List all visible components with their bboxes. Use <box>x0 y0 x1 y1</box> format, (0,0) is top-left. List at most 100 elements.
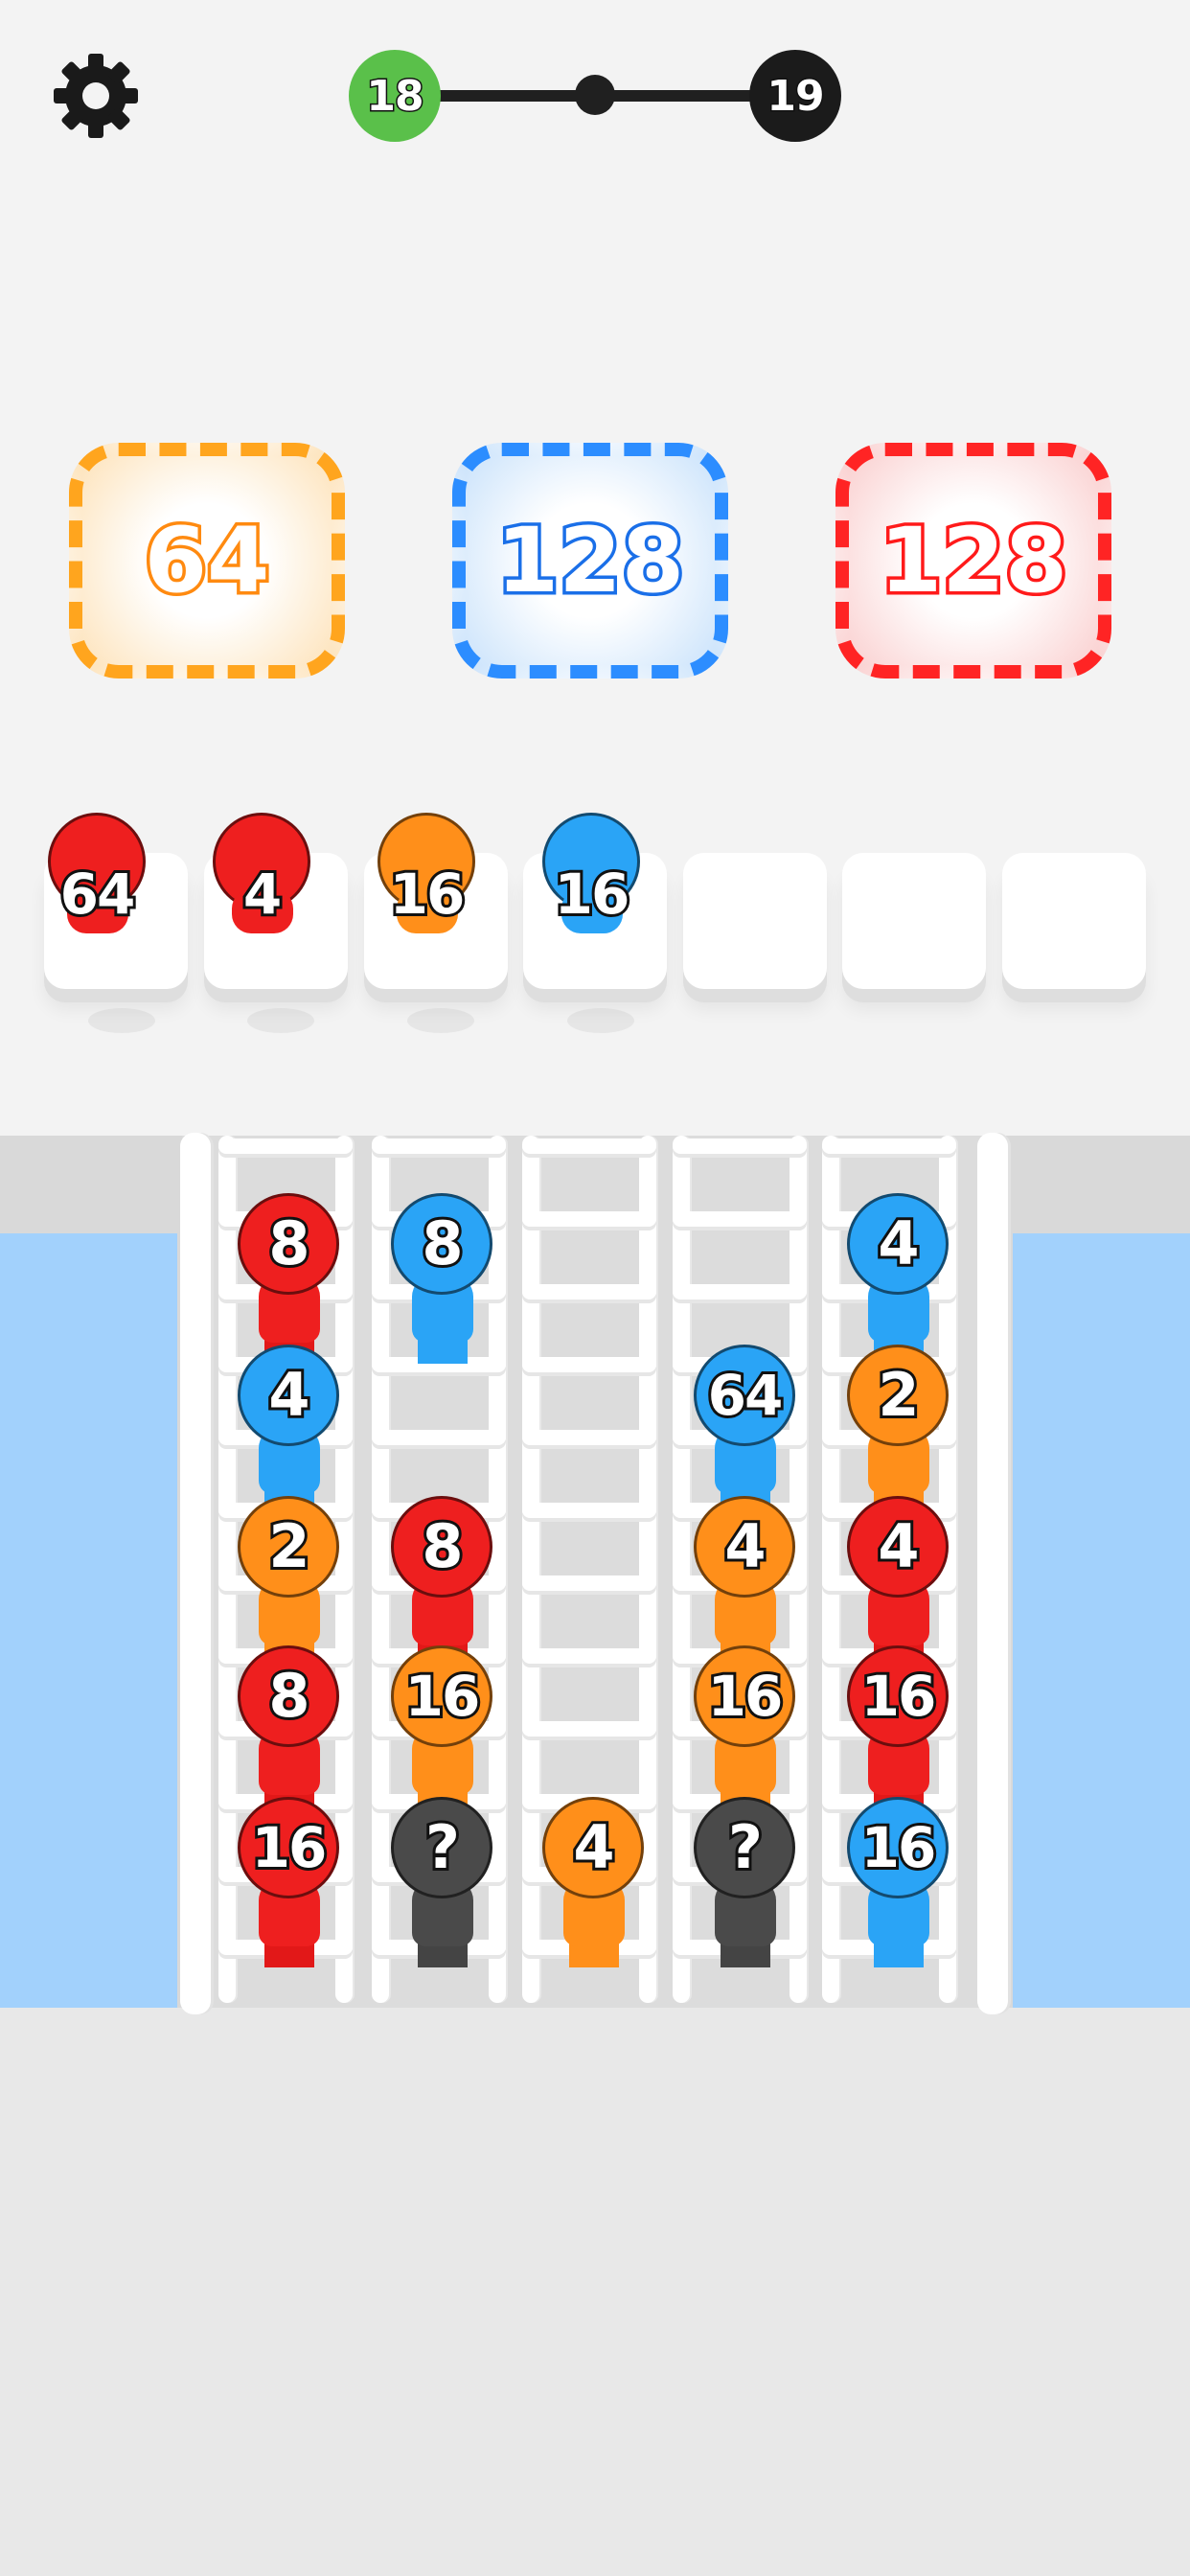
game-scene: 18 19 64 128 128 64 4 16 16 8 4 2 8 16 8… <box>0 0 1190 2576</box>
figure-value: 16 <box>249 1815 331 1880</box>
figure-head: 16 <box>847 1645 949 1747</box>
holding-slot-7 <box>1002 853 1146 989</box>
target-value: 64 <box>141 505 273 616</box>
figure-head: 8 <box>391 1193 492 1295</box>
person-blue[interactable]: 4 <box>847 1193 952 1364</box>
figure-value: 16 <box>705 1664 787 1729</box>
person-orange[interactable]: 2 <box>847 1345 952 1515</box>
water-left <box>0 1233 177 2008</box>
figure-value: 64 <box>57 862 139 927</box>
ladder-rung <box>522 1138 656 1154</box>
person-red[interactable]: 8 <box>238 1645 343 1816</box>
figure-value: 16 <box>858 1815 940 1880</box>
person-blue[interactable]: 16 <box>847 1797 952 1967</box>
person-blue[interactable]: 8 <box>391 1193 496 1364</box>
level-progress-marker <box>575 75 615 115</box>
figure-value: 64 <box>705 1363 787 1428</box>
figure-head: 16 <box>238 1797 339 1898</box>
slot-figure-blue: 16 <box>538 813 644 947</box>
person-red[interactable]: 16 <box>847 1645 952 1816</box>
hidden-value-label: ? <box>423 1812 463 1882</box>
ladder-rung <box>218 1138 353 1154</box>
target-box-orange: 64 <box>69 443 345 678</box>
target-value: 128 <box>492 505 687 616</box>
water-right <box>1013 1233 1190 2008</box>
slot-shadow <box>567 1008 634 1033</box>
ladder-rung <box>522 1284 656 1300</box>
figure-head: 4 <box>238 1345 339 1446</box>
board-post-right <box>977 1133 1008 2014</box>
ladder-rung <box>822 1138 956 1154</box>
figure-value: 8 <box>265 1208 312 1278</box>
figure-head: 4 <box>847 1193 949 1295</box>
figure-value: 16 <box>402 1664 484 1729</box>
figure-value: 4 <box>240 862 285 927</box>
figure-value: 8 <box>419 1511 466 1581</box>
figure-head: 8 <box>238 1193 339 1295</box>
person-orange[interactable]: 16 <box>391 1645 496 1816</box>
figure-head: 16 <box>847 1797 949 1898</box>
figure-head: 8 <box>391 1496 492 1598</box>
figure-head: 2 <box>847 1345 949 1446</box>
person-red[interactable]: 16 <box>238 1797 343 1967</box>
holding-slot-6 <box>842 853 986 989</box>
person-blue[interactable]: 64 <box>694 1345 799 1515</box>
person-gray[interactable]: ? <box>391 1797 496 1967</box>
person-blue[interactable]: 4 <box>238 1345 343 1515</box>
slot-figure-red: 4 <box>209 813 314 947</box>
figure-value: 2 <box>875 1360 922 1430</box>
figure-value: 4 <box>875 1511 922 1581</box>
figure-head: 16 <box>391 1645 492 1747</box>
figure-value: 4 <box>265 1360 312 1430</box>
slot-figure-orange: 16 <box>374 813 479 947</box>
person-orange[interactable]: 4 <box>542 1797 648 1967</box>
slot-shadow <box>247 1008 314 1033</box>
figure-value: 16 <box>387 862 469 927</box>
hidden-value-label: ? <box>725 1812 766 1882</box>
slot-shadow <box>88 1008 155 1033</box>
figure-head: ? <box>694 1797 795 1898</box>
next-level-badge: 19 <box>749 50 841 142</box>
person-orange[interactable]: 16 <box>694 1645 799 1816</box>
ladder-rung <box>522 1503 656 1518</box>
figure-value: 4 <box>721 1511 768 1581</box>
ladder-rung <box>522 1357 656 1372</box>
figure-head: 4 <box>847 1496 949 1598</box>
figure-head: ? <box>391 1797 492 1898</box>
board-post-left <box>180 1133 211 2014</box>
figure-value: 16 <box>858 1664 940 1729</box>
ladder-rung <box>673 1211 807 1227</box>
ladder-rung <box>522 1648 656 1664</box>
ladder-rung <box>522 1576 656 1591</box>
person-red[interactable]: 8 <box>238 1193 343 1364</box>
figure-value: 4 <box>570 1812 617 1882</box>
figure-head: 64 <box>694 1345 795 1446</box>
person-gray[interactable]: ? <box>694 1797 799 1967</box>
target-box-red: 128 <box>835 443 1111 678</box>
figure-head: 4 <box>694 1496 795 1598</box>
ladder-rung <box>372 1430 506 1445</box>
ladder-rung <box>673 1138 807 1154</box>
ladder-rung <box>522 1721 656 1736</box>
figure-head: 4 <box>542 1797 644 1898</box>
ladder-rung <box>673 1284 807 1300</box>
person-red[interactable]: 8 <box>391 1496 496 1667</box>
figure-value: 16 <box>552 862 633 927</box>
figure-value: 8 <box>419 1208 466 1278</box>
figure-head: 2 <box>238 1496 339 1598</box>
person-orange[interactable]: 2 <box>238 1496 343 1667</box>
gear-icon[interactable] <box>48 48 144 144</box>
figure-value: 8 <box>265 1661 312 1731</box>
slot-shadow <box>407 1008 474 1033</box>
person-orange[interactable]: 4 <box>694 1496 799 1667</box>
ladder-rung <box>522 1211 656 1227</box>
figure-head: 16 <box>694 1645 795 1747</box>
figure-value: 4 <box>875 1208 922 1278</box>
person-red[interactable]: 4 <box>847 1496 952 1667</box>
target-value: 128 <box>876 505 1070 616</box>
slot-figure-red: 64 <box>44 813 149 947</box>
ladder-rung <box>372 1138 506 1154</box>
target-box-blue: 128 <box>452 443 728 678</box>
holding-slot-5 <box>683 853 827 989</box>
ground <box>0 2008 1190 2576</box>
